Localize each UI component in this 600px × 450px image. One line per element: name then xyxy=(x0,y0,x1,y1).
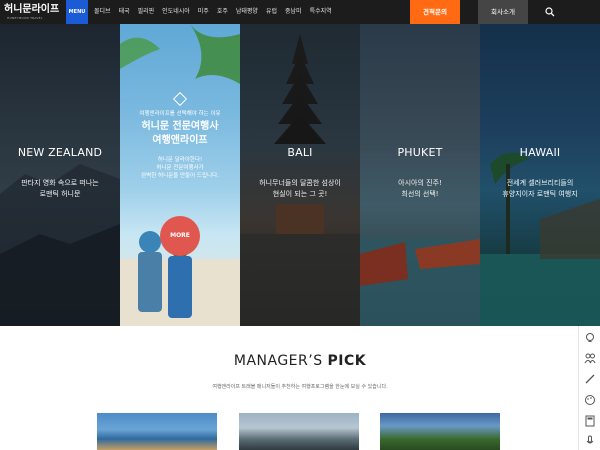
promo-subtext: 허니문 달라야한다! 허니문 전문여행사가 완벽한 허니문을 만들어 드립니다. xyxy=(130,156,230,180)
menu-button[interactable]: MENU xyxy=(66,0,88,24)
quote-inquiry-button[interactable]: 견적문의 xyxy=(410,0,460,24)
promo-eyebrow: 여행앤라이프를 선택해야 하는 이유 xyxy=(139,111,221,117)
nav-item-south-pacific[interactable]: 남태평양 xyxy=(232,0,262,24)
logo-text: 허니문 xyxy=(4,4,32,15)
promo-subtext-line-2: 허니문 전문여행사가 xyxy=(156,165,204,171)
top-navigation-bar: 허니문라이프 HONEYMOON TRAVEL MENU 몰디브 태국 필리핀 … xyxy=(0,0,600,24)
destination-panel-hawaii[interactable]: HAWAII 전세계 셀러브리티들의 휴양지이자 로맨틱 여행지 xyxy=(480,24,600,326)
pick-thumbnail[interactable] xyxy=(97,413,217,450)
panel-description-line-1: 아시아의 진주! xyxy=(398,179,442,187)
search-icon xyxy=(545,7,555,17)
search-button[interactable] xyxy=(534,0,566,24)
nav-item-philippines[interactable]: 필리핀 xyxy=(134,0,159,24)
logo-text-2: 라이프 xyxy=(31,4,60,15)
panel-description-line-2: 로맨틱 허니문 xyxy=(39,190,81,198)
honeymoon-promo-panel[interactable]: 여행앤라이프를 선택해야 하는 이유 허니문 전문여행사 여행앤라이프 허니문 … xyxy=(120,24,240,326)
phuket-boat-illustration xyxy=(360,239,480,326)
promo-subtext-line-1: 허니문 달라야한다! xyxy=(157,157,203,163)
nav-item-america[interactable]: 미주 xyxy=(194,0,213,24)
panel-description-line-1: 허니무너들의 달콤한 섬상이 xyxy=(259,179,341,187)
nav-item-indonesia[interactable]: 인도네시아 xyxy=(158,0,194,24)
hawaii-palm-illustration xyxy=(480,152,600,326)
panel-title: BALI xyxy=(287,146,313,159)
pen-icon[interactable] xyxy=(584,373,596,385)
panel-description: 판타지 영화 속으로 떠나는 로맨틱 허니문 xyxy=(0,178,120,200)
nav-item-europe[interactable]: 유럽 xyxy=(262,0,281,24)
palette-icon[interactable] xyxy=(584,394,596,406)
promo-subtext-line-3: 완벽한 허니문을 만들어 드립니다. xyxy=(141,173,219,179)
promo-title-2: 여행앤라이프 xyxy=(152,135,208,146)
destination-panel-bali[interactable]: BALI 허니무너들의 달콤한 섬상이 현실이 되는 그 곳! xyxy=(240,24,360,326)
panel-title: NEW ZEALAND xyxy=(17,146,103,159)
quick-menu-sidebar xyxy=(578,326,600,450)
diamond-icon xyxy=(172,91,188,107)
bali-temple-illustration xyxy=(240,34,360,326)
new-zealand-landscape xyxy=(0,164,120,326)
managers-pick-subtitle: 여행앤라이프 트래블 매니저들이 추천하는 여행프로그램을 한눈에 보실 수 있… xyxy=(212,384,388,390)
panel-description: 전세계 셀러브리티들의 휴양지이자 로맨틱 여행지 xyxy=(480,178,600,200)
nav-item-latin-america[interactable]: 중남미 xyxy=(281,0,306,24)
destination-panel-new-zealand[interactable]: NEW ZEALAND 판타지 영화 속으로 떠나는 로맨틱 허니문 xyxy=(0,24,120,326)
nav-item-special[interactable]: 특수지역 xyxy=(306,0,336,24)
panel-description-line-2: 현실이 되는 그 곳! xyxy=(272,190,328,198)
panel-description-line-2: 휴양지이자 로맨틱 여행지 xyxy=(502,190,578,198)
people-icon[interactable] xyxy=(584,352,596,364)
nav-item-australia[interactable]: 호주 xyxy=(213,0,232,24)
microphone-icon[interactable] xyxy=(584,435,596,447)
promo-title-1: 허니문 전문여행사 xyxy=(141,121,219,132)
nav-item-maldives[interactable]: 몰디브 xyxy=(90,0,115,24)
lightbulb-icon[interactable] xyxy=(584,332,596,344)
panel-description: 아시아의 진주! 최선의 선택! xyxy=(360,178,480,200)
hero-destinations: NEW ZEALAND 판타지 영화 속으로 떠나는 로맨틱 허니문 여행앤라이… xyxy=(0,24,600,326)
panel-description: 허니무너들의 달콤한 섬상이 현실이 되는 그 곳! xyxy=(240,178,360,200)
panel-title: HAWAII xyxy=(519,146,561,159)
panel-title: PHUKET xyxy=(397,146,443,159)
nav-item-thailand[interactable]: 태국 xyxy=(115,0,134,24)
panel-description-line-2: 최선의 선택! xyxy=(401,190,439,198)
more-button[interactable]: MORE xyxy=(160,216,200,256)
about-company-button[interactable]: 회사소개 xyxy=(478,0,528,24)
main-nav: 몰디브 태국 필리핀 인도네시아 미주 호주 남태평양 유럽 중남미 특수지역 xyxy=(90,0,336,24)
calculator-icon[interactable] xyxy=(584,415,596,427)
destination-panel-phuket[interactable]: PHUKET 아시아의 진주! 최선의 선택! xyxy=(360,24,480,326)
panel-description-line-1: 전세계 셀러브리티들의 xyxy=(506,179,574,187)
site-logo[interactable]: 허니문라이프 HONEYMOON TRAVEL xyxy=(4,4,62,20)
heading-part-b: PICK xyxy=(327,353,367,369)
pick-thumbnail[interactable] xyxy=(239,413,359,450)
managers-pick-heading: MANAGER’S PICK xyxy=(0,353,600,369)
promo-copy: 여행앤라이프를 선택해야 하는 이유 허니문 전문여행사 여행앤라이프 허니문 … xyxy=(130,91,230,180)
pick-thumbnail[interactable] xyxy=(380,413,500,450)
heading-part-a: MANAGER’S xyxy=(233,353,328,369)
panel-description-line-1: 판타지 영화 속으로 떠나는 xyxy=(21,179,99,187)
logo-tagline: HONEYMOON TRAVEL xyxy=(7,16,43,20)
